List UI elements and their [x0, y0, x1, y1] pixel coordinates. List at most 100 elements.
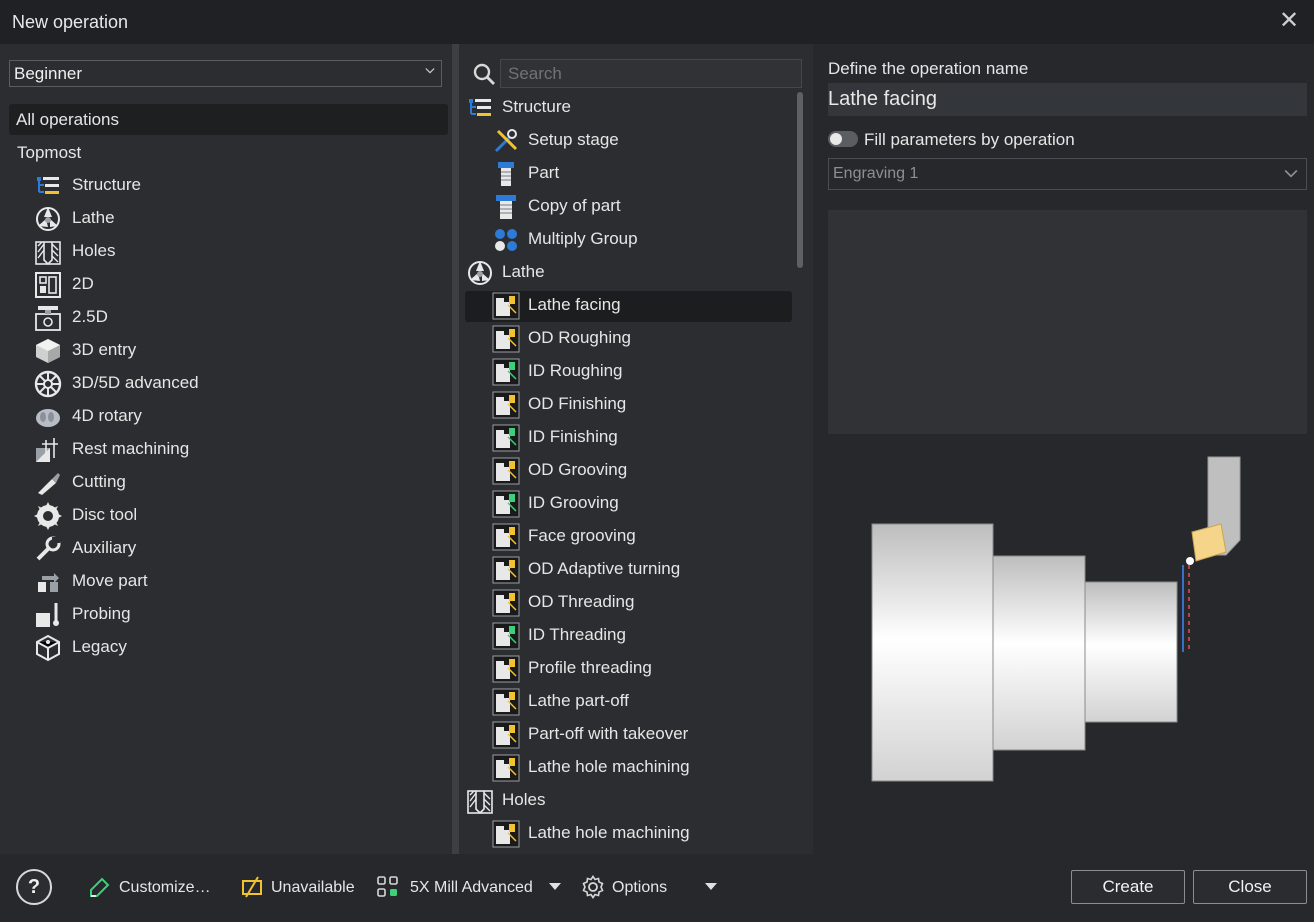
structure-icon — [469, 99, 491, 116]
close-button[interactable]: Close — [1193, 870, 1307, 904]
operation-item-label: Part — [528, 163, 560, 182]
operation-item-label: OD Grooving — [528, 460, 628, 479]
operation-item-label: Lathe part-off — [528, 691, 629, 710]
3d-5d-advanced-icon — [34, 370, 62, 398]
operation-item-label: Lathe facing — [528, 295, 621, 314]
options-button[interactable]: Options — [581, 874, 691, 902]
lathe-facing-preview-image — [871, 456, 1241, 782]
search-input[interactable] — [501, 60, 801, 87]
operation-item-label: Copy of part — [528, 196, 621, 215]
grid-apps-icon — [377, 876, 398, 897]
category-item-label: Auxiliary — [72, 538, 137, 557]
unavailable-icon — [242, 876, 262, 898]
category-item-label: Holes — [72, 241, 116, 260]
category-item-label: 2D — [72, 274, 94, 293]
title-bar: New operation ✕ — [0, 0, 1314, 44]
help-button[interactable]: ? — [16, 869, 52, 905]
operation-item-label: Lathe hole machining — [528, 757, 690, 776]
define-name-label: Define the operation name — [828, 59, 1029, 78]
all-operations-item[interactable]: All operations — [9, 104, 448, 135]
copy-of-part-icon — [496, 195, 516, 219]
topmost-label: Topmost — [17, 143, 82, 162]
close-icon[interactable]: ✕ — [1278, 9, 1300, 33]
unavailable-label: Unavailable — [271, 879, 355, 896]
category-panel — [0, 44, 452, 854]
customize-icon — [90, 877, 110, 897]
lathe-icon — [468, 261, 492, 285]
panel-splitter[interactable] — [452, 44, 459, 854]
holes-icon — [467, 790, 493, 815]
category-item-label: 3D entry — [72, 340, 137, 359]
move-part-icon — [38, 573, 59, 592]
setup-stage-icon — [494, 129, 518, 153]
machine-dropdown-icon[interactable] — [549, 883, 561, 891]
unavailable-button[interactable]: Unavailable — [240, 874, 356, 902]
id-grooving-icon — [492, 490, 520, 518]
id-roughing-icon — [492, 358, 520, 386]
operation-item-label: OD Threading — [528, 592, 635, 611]
list-scrollbar[interactable] — [797, 92, 803, 268]
operation-name-field[interactable]: Lathe facing — [828, 83, 1307, 116]
search-icon — [473, 63, 495, 85]
category-item-label: Legacy — [72, 637, 127, 656]
2d-icon — [35, 272, 61, 298]
4d-rotary-icon — [36, 409, 60, 427]
operation-item-label: OD Adaptive turning — [528, 559, 681, 578]
gear-icon — [582, 875, 604, 899]
all-operations-label: All operations — [16, 110, 120, 129]
multiply-group-icon — [495, 229, 517, 251]
lathe-hole-machining-icon — [492, 754, 520, 782]
part-icon — [498, 162, 514, 186]
operation-item-label: Multiply Group — [528, 229, 638, 248]
category-item-label: Move part — [72, 571, 148, 590]
operation-item-label: Part-off with takeover — [528, 724, 689, 743]
operation-description-area — [828, 210, 1307, 434]
id-finishing-icon — [492, 424, 520, 452]
od-adaptive-turning-icon — [492, 556, 520, 584]
od-threading-icon — [492, 589, 520, 617]
operation-item-label: ID Finishing — [528, 427, 618, 446]
disc-tool-icon — [34, 502, 62, 530]
lathe-icon — [36, 207, 60, 231]
operation-item-label: ID Roughing — [528, 361, 623, 380]
customize-label: Customize… — [119, 879, 211, 896]
create-button[interactable]: Create — [1071, 870, 1185, 904]
level-select[interactable]: Beginner — [9, 60, 442, 87]
operation-item-label: Profile threading — [528, 658, 652, 677]
category-item-label: 4D rotary — [72, 406, 142, 425]
options-label: Options — [612, 879, 668, 896]
category-item-label: Cutting — [72, 472, 126, 491]
group-header-label: Holes — [502, 790, 546, 809]
od-grooving-icon — [492, 457, 520, 485]
machine-select-button[interactable]: 5X Mill Advanced — [376, 874, 536, 902]
3d-entry-icon — [36, 339, 60, 363]
auxiliary-icon — [36, 536, 61, 561]
category-item-label: Structure — [72, 175, 141, 194]
rest-machining-icon — [36, 438, 58, 462]
fill-operation-select[interactable]: Engraving 1 — [828, 158, 1307, 190]
fill-parameters-label: Fill parameters by operation — [864, 130, 1075, 149]
level-select-value: Beginner — [14, 64, 83, 83]
legacy-icon — [36, 634, 60, 662]
search-box[interactable] — [500, 59, 802, 88]
customize-button[interactable]: Customize… — [88, 874, 214, 902]
options-dropdown-icon[interactable] — [705, 883, 717, 891]
chevron-down-icon — [425, 68, 435, 74]
fill-operation-select-value: Engraving 1 — [833, 165, 919, 182]
operation-item-label: Face grooving — [528, 526, 636, 545]
fill-parameters-toggle[interactable] — [828, 131, 858, 147]
holes-icon — [35, 241, 61, 266]
operation-item-label: Setup stage — [528, 130, 619, 149]
profile-threading-icon — [492, 655, 520, 683]
operation-item-label: Lathe hole machining — [528, 823, 690, 842]
category-item-label: 3D/5D advanced — [72, 373, 199, 392]
od-roughing-icon — [492, 325, 520, 353]
operation-item-label: ID Grooving — [528, 493, 619, 512]
2-5d-icon — [35, 306, 61, 331]
category-item-label: Rest machining — [72, 439, 190, 458]
cutting-icon — [38, 473, 60, 495]
structure-icon — [37, 177, 59, 194]
group-header-label: Structure — [502, 97, 571, 116]
category-item-label: Lathe — [72, 208, 115, 227]
machine-label: 5X Mill Advanced — [410, 879, 533, 896]
